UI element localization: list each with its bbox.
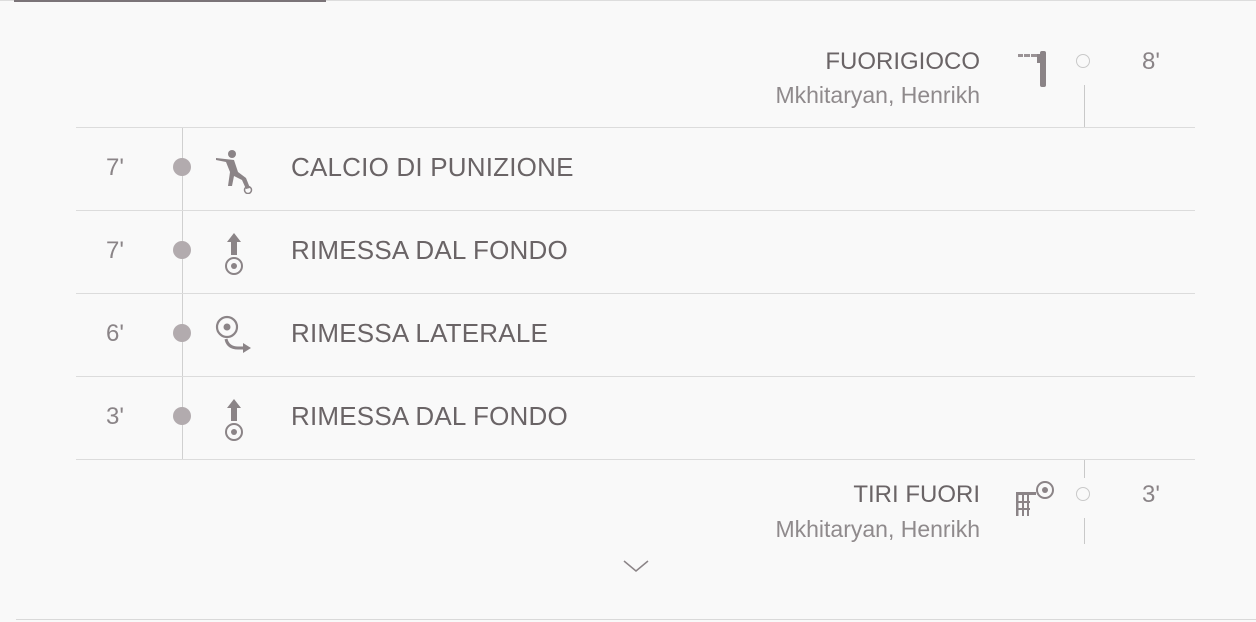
event-title: RIMESSA LATERALE: [291, 318, 549, 348]
event-minute: 8': [1142, 48, 1160, 75]
goal-kick-icon: [212, 231, 258, 277]
timeline-marker: [1076, 487, 1090, 501]
timeline-marker: [173, 241, 191, 259]
event-minute: 7': [106, 237, 124, 264]
event-player[interactable]: Mkhitaryan, Henrikh: [775, 82, 980, 109]
timeline-event[interactable]: 7' CALCIO DI PUNIZIONE: [76, 128, 1195, 210]
timeline-event[interactable]: TIRI FUORI Mkhitaryan, Henrikh 3': [76, 460, 1195, 544]
timeline-line: [1084, 85, 1085, 128]
shot-off-target-icon: [1016, 480, 1056, 520]
chevron-down-icon[interactable]: [622, 556, 650, 576]
event-minute: 6': [106, 320, 124, 347]
event-title: TIRI FUORI: [853, 481, 980, 508]
timeline-event[interactable]: 3' RIMESSA DAL FONDO: [76, 377, 1195, 459]
active-tab-indicator: [14, 0, 326, 2]
timeline-event[interactable]: FUORIGIOCO Mkhitaryan, Henrikh 8': [76, 44, 1195, 128]
event-player[interactable]: Mkhitaryan, Henrikh: [775, 516, 980, 543]
event-minute: 7': [106, 154, 124, 181]
event-title: RIMESSA DAL FONDO: [291, 401, 568, 431]
timeline-event[interactable]: 7' RIMESSA DAL FONDO: [76, 211, 1195, 293]
timeline-line: [1084, 460, 1085, 478]
throw-in-icon: [212, 314, 258, 360]
event-title: FUORIGIOCO: [825, 48, 980, 75]
timeline-line: [1084, 518, 1085, 544]
offside-flag-icon: [1016, 48, 1056, 88]
bottom-divider: [16, 619, 1256, 620]
event-title: RIMESSA DAL FONDO: [291, 235, 568, 265]
event-title: CALCIO DI PUNIZIONE: [291, 152, 574, 182]
timeline-marker: [173, 407, 191, 425]
goal-kick-icon: [212, 397, 258, 443]
timeline-marker: [1076, 54, 1090, 68]
timeline-marker: [173, 158, 191, 176]
match-timeline: FUORIGIOCO Mkhitaryan, Henrikh 8' 7' CAL…: [76, 44, 1195, 544]
timeline-event[interactable]: 6' RIMESSA LATERALE: [76, 294, 1195, 376]
timeline-marker: [173, 324, 191, 342]
event-minute: 3': [1142, 481, 1160, 508]
event-minute: 3': [106, 403, 124, 430]
free-kick-icon: [212, 148, 258, 195]
